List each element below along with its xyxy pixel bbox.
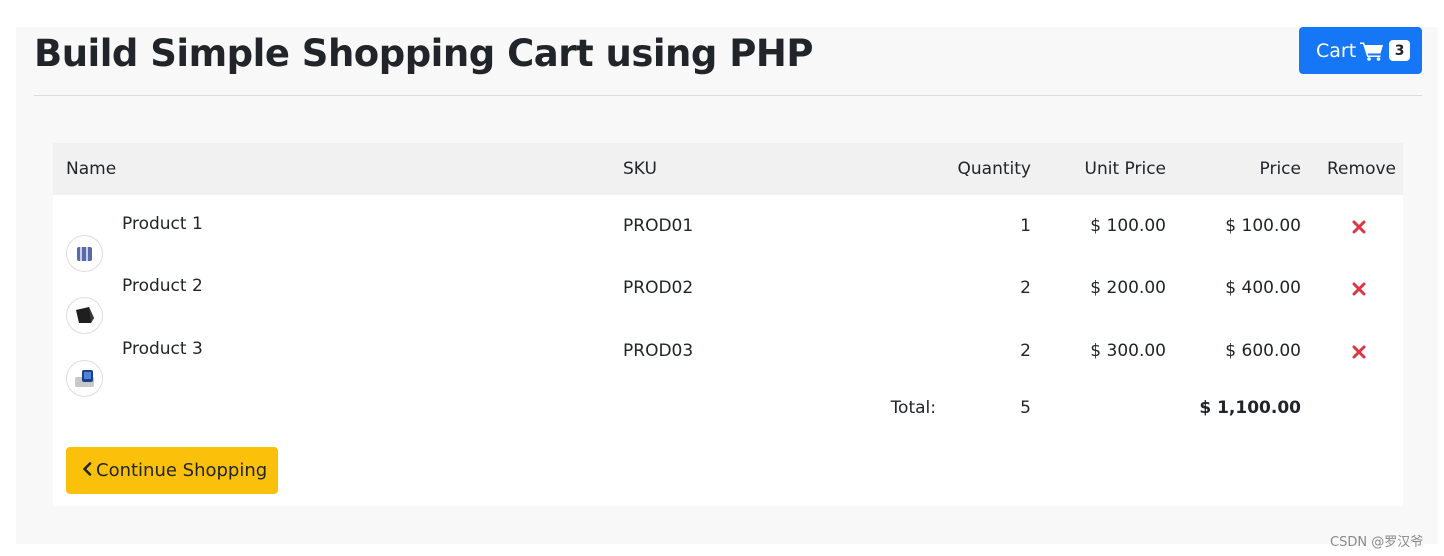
cart-table: Name SKU Quantity Unit Price Price Remov…: [53, 143, 1403, 506]
product-name: Product 1: [122, 214, 203, 234]
product-name: Product 2: [122, 276, 203, 296]
product-sku: PROD02: [623, 278, 694, 298]
cart-button-label: Cart: [1316, 39, 1357, 62]
product-sku: PROD01: [623, 216, 694, 236]
chevron-left-icon: [82, 460, 92, 481]
product-name: Product 3: [122, 339, 203, 359]
product-unit-price: $ 100.00: [1090, 216, 1166, 236]
column-header-name: Name: [66, 159, 117, 179]
column-header-unit-price: Unit Price: [1084, 159, 1166, 179]
column-header-price: Price: [1259, 159, 1301, 179]
table-header: Name SKU Quantity Unit Price Price Remov…: [53, 143, 1403, 195]
total-quantity: 5: [1020, 398, 1031, 418]
column-header-quantity: Quantity: [957, 159, 1031, 179]
product-sku: PROD03: [623, 341, 694, 361]
watermark: CSDN @罗汉爷: [1330, 535, 1424, 550]
continue-shopping-button[interactable]: Continue Shopping: [66, 447, 278, 494]
product-2-thumbnail-icon: [66, 297, 103, 334]
product-quantity: 1: [1020, 216, 1031, 236]
product-quantity: 2: [1020, 341, 1031, 361]
product-unit-price: $ 200.00: [1090, 278, 1166, 298]
product-unit-price: $ 300.00: [1090, 341, 1166, 361]
product-quantity: 2: [1020, 278, 1031, 298]
product-1-thumbnail-icon: [66, 235, 103, 272]
product-price: $ 400.00: [1225, 278, 1301, 298]
page-panel: Build Simple Shopping Cart using PHP Car…: [16, 27, 1438, 544]
total-label: Total:: [890, 398, 936, 418]
remove-item-icon[interactable]: [1352, 344, 1366, 363]
shopping-cart-icon: [1360, 41, 1384, 61]
continue-shopping-label: Continue Shopping: [96, 460, 268, 481]
page-title: Build Simple Shopping Cart using PHP: [34, 32, 813, 75]
header-divider: [34, 95, 1422, 96]
column-header-sku: SKU: [623, 159, 657, 179]
product-3-thumbnail-icon: [66, 360, 103, 397]
remove-item-icon[interactable]: [1352, 281, 1366, 300]
total-price: $ 1,100.00: [1199, 398, 1301, 418]
cart-button[interactable]: Cart 3: [1299, 27, 1422, 74]
product-price: $ 100.00: [1225, 216, 1301, 236]
cart-count-badge: 3: [1389, 40, 1411, 61]
column-header-remove: Remove: [1327, 159, 1396, 179]
remove-item-icon[interactable]: [1352, 219, 1366, 238]
product-price: $ 600.00: [1225, 341, 1301, 361]
